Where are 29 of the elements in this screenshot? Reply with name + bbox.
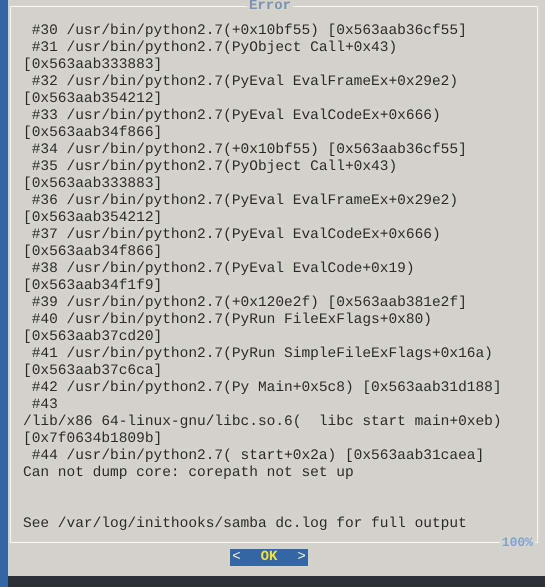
log-line: [0x563aab333883] <box>23 57 162 74</box>
log-line: #42 /usr/bin/python2.7(Py Main+0x5c8) [0x563aab31d188] <box>30 380 502 397</box>
log-line: #33 /usr/bin/python2.7(PyEval EvalCodeEx+0x666) <box>30 108 441 125</box>
log-line: Can not dump core: corepath not set up <box>23 465 354 482</box>
log-line: [0x563aab354212] <box>23 91 162 108</box>
log-line: [0x563aab34f866] <box>23 244 162 261</box>
log-line: [0x563aab37c6ca] <box>23 363 162 380</box>
log-line: [0x563aab333883] <box>23 176 162 193</box>
log-line: [0x563aab354212] <box>23 210 162 227</box>
log-line: [0x563aab34f1f9] <box>23 278 162 295</box>
log-line: [0x7f0634b1809b] <box>23 431 162 448</box>
log-line: #44 /usr/bin/python2.7( start+0x2a) [0x563aab31caea] <box>30 448 484 465</box>
log-line: #39 /usr/bin/python2.7(+0x120e2f) [0x563aab381e2f] <box>30 295 467 312</box>
log-line: #43 <box>30 397 58 414</box>
log-line: #40 /usr/bin/python2.7(PyRun FileExFlags+0x80) <box>30 312 432 329</box>
log-line: #34 /usr/bin/python2.7(+0x10bf55) [0x563aab36cf55] <box>30 142 467 159</box>
log-line: #36 /usr/bin/python2.7(PyEval EvalFrameEx+0x29e2) <box>30 193 458 210</box>
log-footer: See /var/log/inithooks/samba dc.log for full output <box>23 516 467 533</box>
log-line: #41 /usr/bin/python2.7(PyRun SimpleFileExFlags+0x16a) <box>30 346 493 363</box>
log-line: #38 /usr/bin/python2.7(PyEval EvalCode+0x19) <box>30 261 415 278</box>
log-line: [0x563aab34f866] <box>23 125 162 142</box>
log-line: #32 /usr/bin/python2.7(PyEval EvalFrameEx+0x29e2) <box>30 74 458 91</box>
log-line: /lib/x86 64-linux-gnu/libc.so.6( libc start main+0xeb) <box>23 414 502 431</box>
log-line: #31 /usr/bin/python2.7(PyObject Call+0x43) <box>30 40 398 57</box>
log-line: #35 /usr/bin/python2.7(PyObject Call+0x43) <box>30 159 398 176</box>
ok-button[interactable]: < OK > <box>230 549 308 566</box>
log-line: #37 /usr/bin/python2.7(PyEval EvalCodeEx+0x666) <box>30 227 441 244</box>
log-line: [0x563aab37cd20] <box>23 329 162 346</box>
log-line: #30 /usr/bin/python2.7(+0x10bf55) [0x563aab36cf55] <box>30 23 467 40</box>
